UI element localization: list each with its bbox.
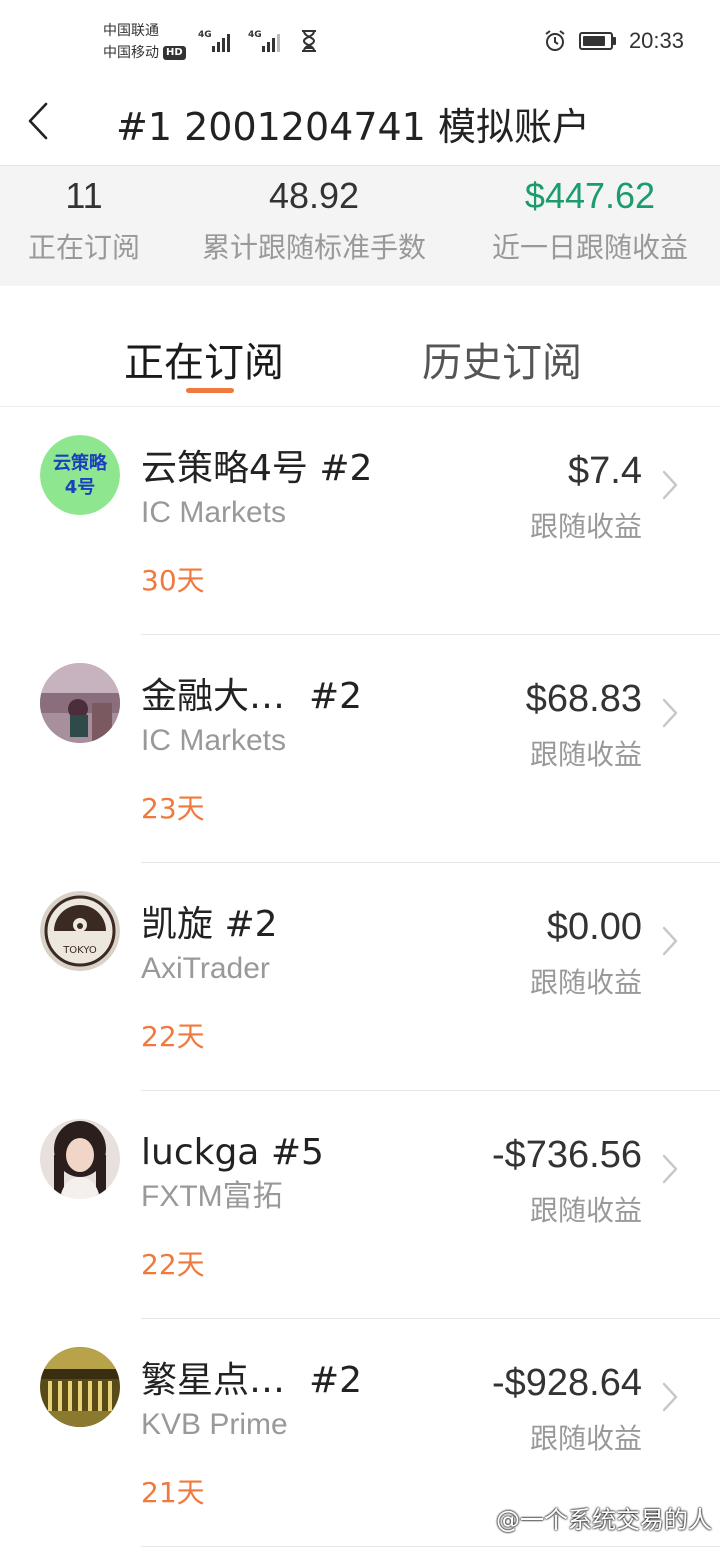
broker-name: AxiTrader xyxy=(141,952,270,985)
follow-profit-label: 跟随收益 xyxy=(529,738,642,771)
watermark-text: @一个系统交易的人 xyxy=(496,1506,712,1534)
carrier-1: 中国联通 xyxy=(103,23,159,39)
broker-name: KVB Prime xyxy=(141,1408,288,1441)
hd-badge: HD xyxy=(163,46,186,60)
page-title: #1 2001204741 模拟账户 xyxy=(116,105,590,149)
follow-profit: $7.4 xyxy=(568,450,642,492)
subscription-list: 云策略 4号 云策略4号 #2 IC Markets 30天 $7.4 跟随收益… xyxy=(0,407,720,1547)
list-item[interactable]: luckga #5 FXTM富拓 22天 -$736.56 跟随收益 xyxy=(0,1091,720,1319)
carrier-2: 中国移动 xyxy=(103,45,159,61)
status-bar: 中国联通 中国移动 HD 4G 4G 20:33 xyxy=(0,0,720,82)
stat-value: 11 xyxy=(65,175,103,216)
avatar xyxy=(40,1119,120,1199)
chevron-right-icon xyxy=(662,470,678,500)
chevron-left-icon[interactable] xyxy=(26,100,52,142)
stat-label: 近一日跟随收益 xyxy=(491,231,688,264)
avatar xyxy=(40,1347,120,1427)
follow-profit-label: 跟随收益 xyxy=(529,1194,642,1227)
subscription-days: 21天 xyxy=(141,1476,205,1509)
follow-profit: -$928.64 xyxy=(491,1362,642,1404)
broker-name: FXTM富拓 xyxy=(141,1180,283,1213)
watermark: @一个系统交易的人 xyxy=(466,1500,712,1535)
strategy-suffix: #2 xyxy=(309,676,363,717)
subscription-days: 22天 xyxy=(141,1248,205,1281)
strategy-name: 云策略4号 #2 xyxy=(141,448,373,489)
list-item[interactable]: TOKYO 凯旋 #2 AxiTrader 22天 $0.00 跟随收益 xyxy=(0,863,720,1091)
tab-indicator xyxy=(186,388,234,393)
follow-profit-label: 跟随收益 xyxy=(529,1422,642,1455)
page-header: #1 2001204741 模拟账户 xyxy=(0,82,720,166)
strategy-name: luckga #5 xyxy=(141,1132,324,1173)
strategy-name: 繁星点… #2 xyxy=(141,1360,363,1401)
battery-icon xyxy=(578,31,617,51)
stat-label: 正在订阅 xyxy=(27,231,140,264)
strategy-name: 凯旋 #2 xyxy=(141,904,278,945)
chevron-right-icon xyxy=(662,1154,678,1184)
status-time: 20:33 xyxy=(628,28,684,53)
hourglass-icon xyxy=(302,30,316,52)
weibo-icon xyxy=(468,1510,489,1525)
stat-value: $447.62 xyxy=(524,175,656,216)
tab-current-subscriptions[interactable]: 正在订阅 xyxy=(124,338,284,388)
signal-indicators: 4G 4G xyxy=(198,30,318,52)
signal-icon: 4G xyxy=(198,30,238,52)
subscription-days: 22天 xyxy=(141,1020,205,1053)
follow-profit: -$736.56 xyxy=(491,1134,642,1176)
svg-text:TOKYO: TOKYO xyxy=(62,945,97,956)
strategy-suffix: #2 xyxy=(309,1360,363,1401)
chevron-right-icon xyxy=(662,1382,678,1412)
stat-total-lots: 48.92 累计跟随标准手数 xyxy=(184,166,444,270)
carrier-info: 中国联通 中国移动 HD xyxy=(103,20,186,64)
subscription-days: 30天 xyxy=(141,564,205,597)
alarm-icon xyxy=(545,30,565,51)
status-right: 20:33 xyxy=(543,28,684,54)
strategy-name: 金融大… #2 xyxy=(141,676,363,717)
subscription-days: 23天 xyxy=(141,792,205,825)
stat-subscribing: 11 正在订阅 xyxy=(14,166,154,270)
stats-panel: 11 正在订阅 48.92 累计跟随标准手数 $447.62 近一日跟随收益 xyxy=(0,166,720,286)
svg-text:4号: 4号 xyxy=(65,477,96,498)
divider xyxy=(141,1546,720,1547)
avatar: 云策略 4号 xyxy=(40,435,120,515)
avatar xyxy=(40,663,120,743)
tab-bar: 正在订阅 历史订阅 xyxy=(0,286,720,407)
broker-name: IC Markets xyxy=(141,724,287,757)
tab-history-subscriptions[interactable]: 历史订阅 xyxy=(422,338,582,388)
list-item[interactable]: 金融大… #2 IC Markets 23天 $68.83 跟随收益 xyxy=(0,635,720,863)
chevron-right-icon xyxy=(662,698,678,728)
stat-daily-profit: $447.62 近一日跟随收益 xyxy=(476,166,704,270)
follow-profit-label: 跟随收益 xyxy=(529,966,642,999)
signal-icon: 4G xyxy=(248,30,288,52)
stat-label: 累计跟随标准手数 xyxy=(201,231,426,264)
follow-profit: $68.83 xyxy=(525,678,642,720)
list-item[interactable]: 云策略 4号 云策略4号 #2 IC Markets 30天 $7.4 跟随收益 xyxy=(0,407,720,635)
stat-value: 48.92 xyxy=(268,175,360,216)
broker-name: IC Markets xyxy=(141,496,287,529)
follow-profit: $0.00 xyxy=(546,906,642,948)
svg-text:云策略: 云策略 xyxy=(53,452,108,474)
avatar: TOKYO xyxy=(40,891,120,971)
chevron-right-icon xyxy=(662,926,678,956)
follow-profit-label: 跟随收益 xyxy=(529,510,642,543)
